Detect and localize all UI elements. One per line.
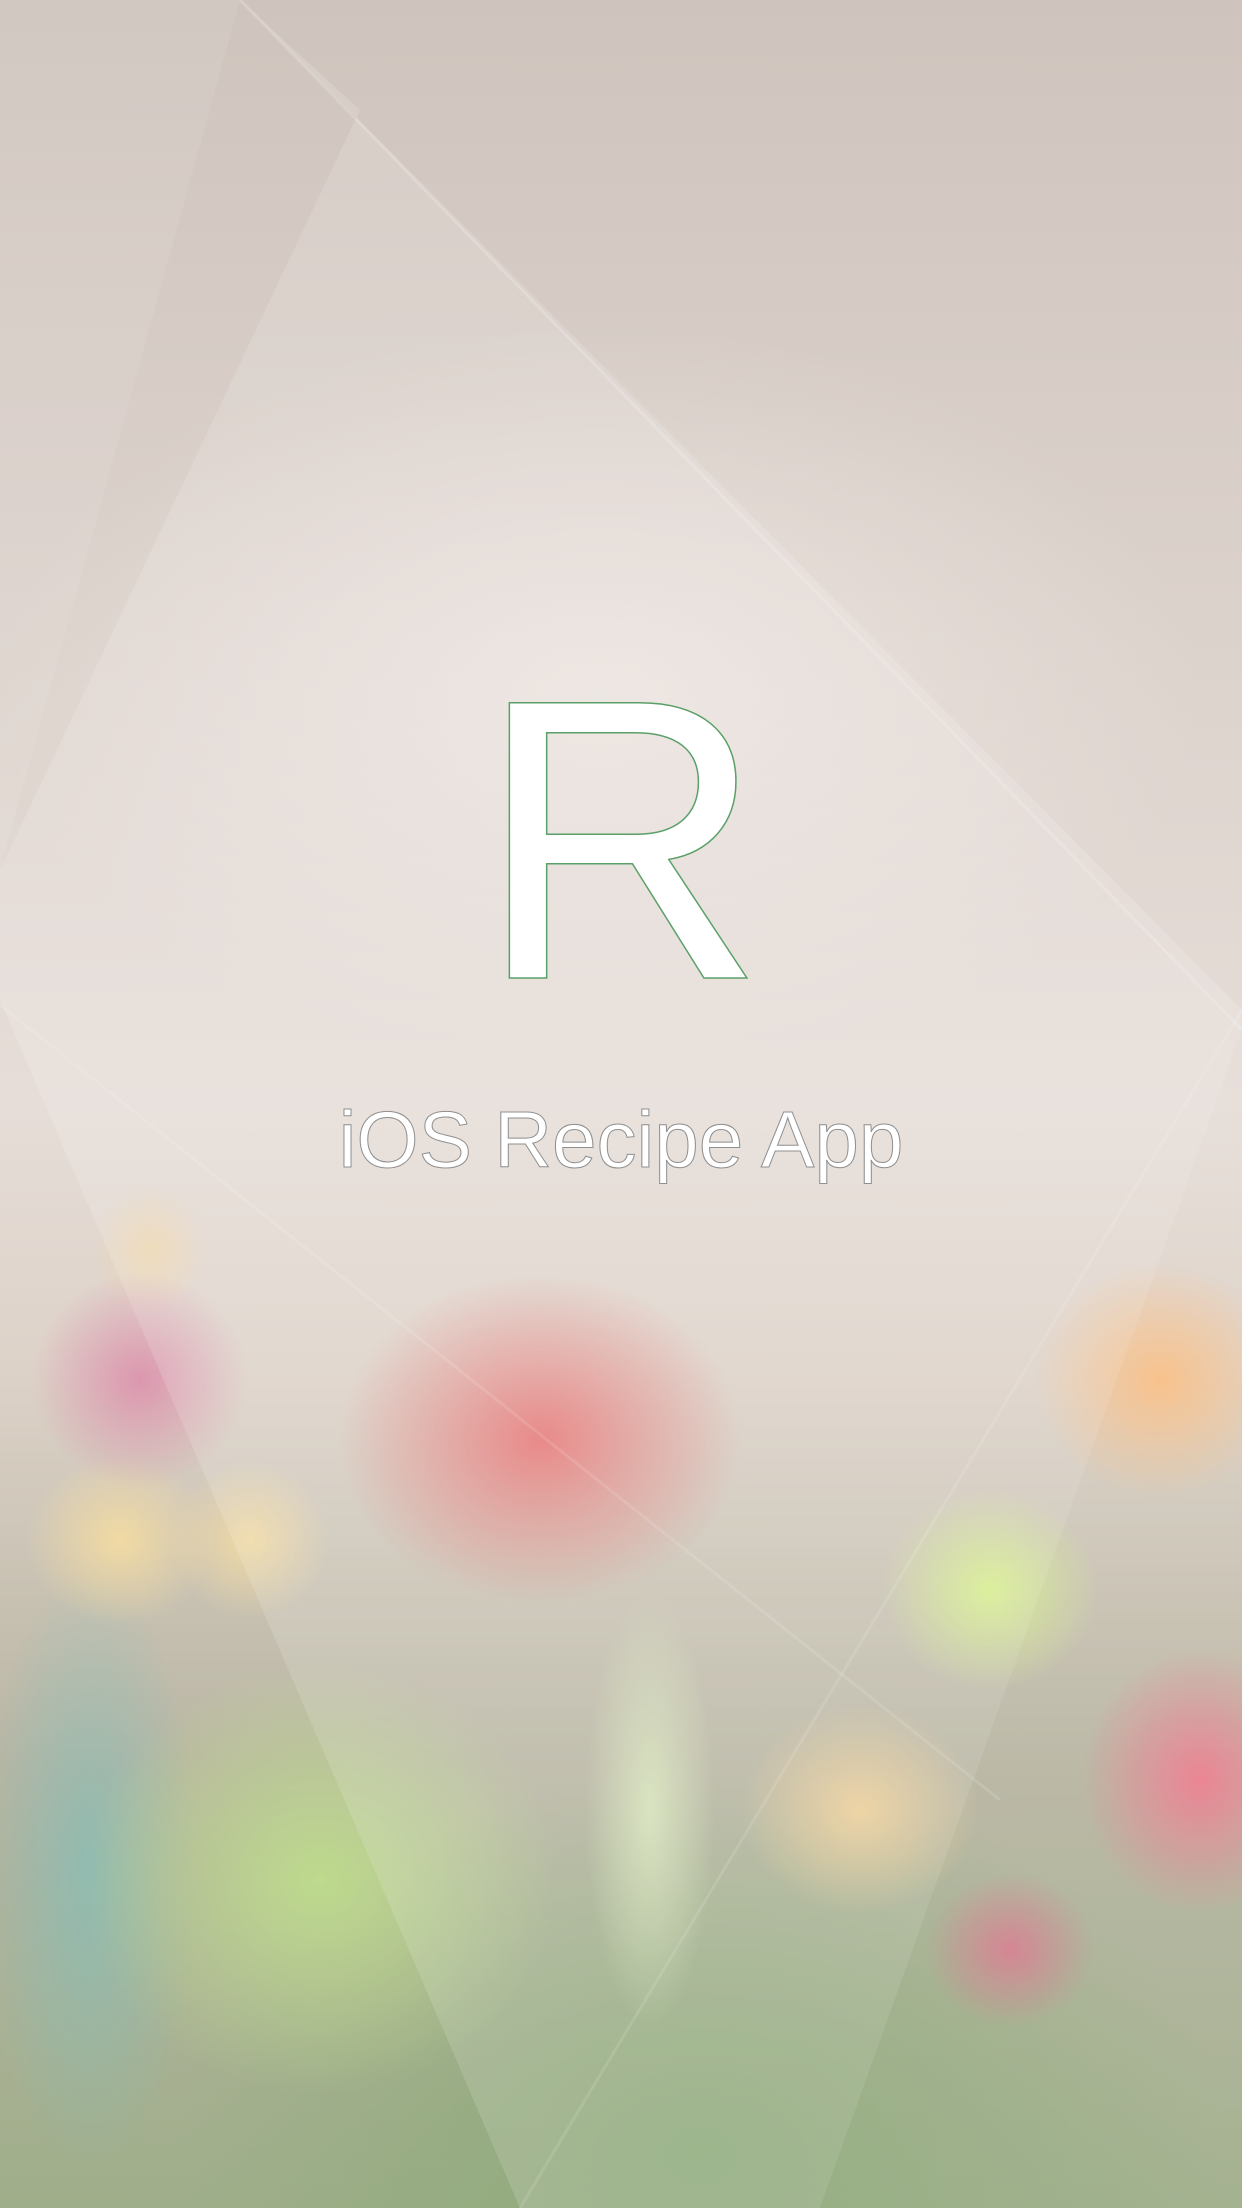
splash-content: R iOS Recipe App <box>0 0 1242 2208</box>
app-title: iOS Recipe App <box>338 1095 904 1185</box>
app-logo-icon: R <box>476 616 766 1063</box>
splash-screen: R iOS Recipe App <box>0 0 1242 2208</box>
